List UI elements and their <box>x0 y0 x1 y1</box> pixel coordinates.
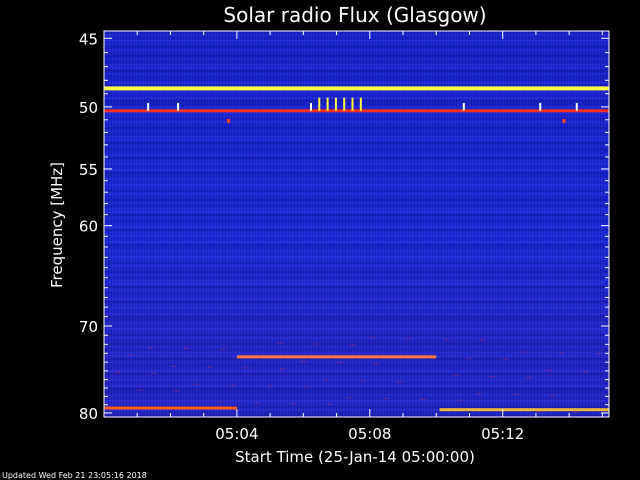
x-axis-label: Start Time (25-Jan-14 05:00:00) <box>235 448 475 466</box>
spike <box>343 97 346 111</box>
spike <box>575 102 578 111</box>
spike <box>351 97 354 111</box>
band-50.3MHz <box>104 109 609 113</box>
x-tick-label: 05:08 <box>348 425 391 443</box>
spike <box>318 97 321 111</box>
y-tick-label: 55 <box>79 161 98 179</box>
spike <box>326 97 329 111</box>
spike <box>309 102 312 111</box>
interference-73.4MHz <box>236 355 437 359</box>
y-tick-label: 80 <box>79 405 98 423</box>
blip <box>226 119 230 124</box>
spike <box>359 97 362 111</box>
y-tick-label: 45 <box>79 30 98 48</box>
x-tick-label: 05:04 <box>215 425 258 443</box>
chart-title: Solar radio Flux (Glasgow) <box>223 3 486 27</box>
plot-area <box>104 31 609 417</box>
spike <box>539 102 542 111</box>
spike <box>177 102 180 111</box>
spike <box>147 102 150 111</box>
updated-timestamp: Updated Wed Feb 21 23:05:16 2018 <box>2 471 147 480</box>
band-79.4MHz-early <box>104 406 237 410</box>
band-48.6MHz <box>104 86 609 91</box>
y-tick-label: 60 <box>79 218 98 236</box>
y-axis-label: Frequency [MHz] <box>48 162 66 288</box>
y-tick-label: 70 <box>79 318 98 336</box>
y-tick-label: 50 <box>79 99 98 117</box>
spike <box>462 102 465 111</box>
band-79.6MHz-late <box>439 408 609 412</box>
spike <box>334 97 337 111</box>
blip <box>562 119 566 124</box>
solar-radio-chart: Solar radio Flux (Glasgow) 455055607080 … <box>2 3 610 480</box>
x-tick-label: 05:12 <box>481 425 524 443</box>
